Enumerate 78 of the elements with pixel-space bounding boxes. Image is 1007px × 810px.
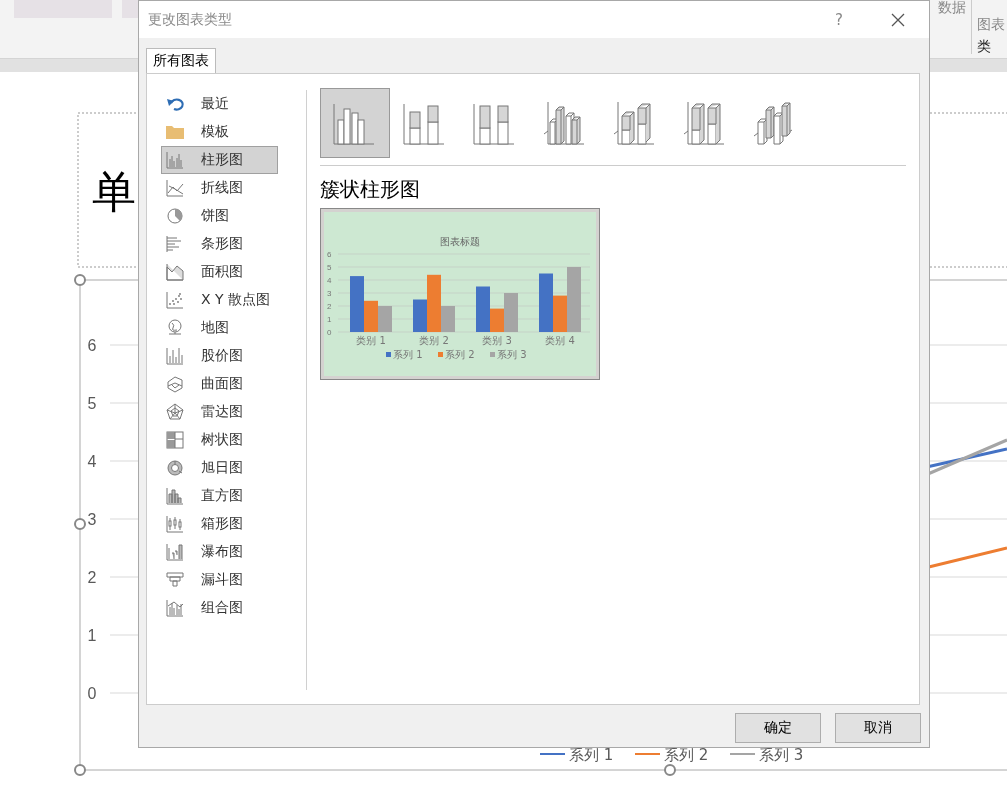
dialog-button[interactable]: 确定 bbox=[735, 713, 821, 743]
sunburst-icon bbox=[165, 458, 185, 478]
area-chart-icon bbox=[165, 262, 185, 282]
category-label: 类别 3 bbox=[482, 335, 512, 346]
help-button[interactable]: ? bbox=[831, 10, 847, 29]
axis-label: 6 bbox=[87, 337, 97, 354]
axis-label: 1 bbox=[87, 627, 97, 644]
combo-chart-icon bbox=[165, 598, 185, 618]
stock-chart-icon bbox=[165, 346, 185, 366]
resize-handle[interactable] bbox=[74, 764, 86, 776]
chart-subtype-button[interactable] bbox=[320, 88, 390, 158]
line-chart-icon bbox=[165, 178, 185, 198]
funnel-icon bbox=[165, 570, 185, 590]
legend-swatch bbox=[386, 352, 391, 357]
resize-handle[interactable] bbox=[664, 764, 676, 776]
resize-handle[interactable] bbox=[74, 274, 86, 286]
chart-type-item[interactable]: 面积图 bbox=[161, 258, 278, 286]
chart-title: 图表标题 bbox=[440, 236, 480, 247]
axis-label: 4 bbox=[87, 453, 97, 470]
chart-type-item[interactable]: 组合图 bbox=[161, 594, 278, 622]
chart-type-item[interactable]: 箱形图 bbox=[161, 510, 278, 538]
box-plot-icon bbox=[165, 514, 185, 534]
tick-label: 6 bbox=[327, 250, 332, 259]
dialog-title: 更改图表类型 bbox=[148, 10, 233, 29]
chart-type-item[interactable]: 饼图 bbox=[161, 202, 278, 230]
tick-label: 3 bbox=[327, 289, 332, 298]
tick-label: 4 bbox=[327, 276, 332, 285]
tick-label: 2 bbox=[327, 302, 332, 311]
scatter-chart-icon bbox=[165, 290, 185, 310]
axis-label: 0 bbox=[87, 685, 97, 702]
chart-type-item[interactable]: 模板 bbox=[161, 118, 278, 146]
tick-label: 0 bbox=[327, 328, 332, 337]
tick-label: 5 bbox=[327, 263, 332, 272]
chart-type-item[interactable]: 瀑布图 bbox=[161, 538, 278, 566]
legend-label: 系列 2 bbox=[664, 746, 709, 764]
chart-type-item[interactable]: 旭日图 bbox=[161, 454, 278, 482]
chart-type-item[interactable]: 最近 bbox=[161, 90, 278, 118]
surface-chart-icon bbox=[165, 374, 185, 394]
subtype-heading: 簇状柱形图 bbox=[320, 176, 421, 203]
column-chart-icon bbox=[165, 150, 185, 170]
tick-label: 1 bbox=[327, 315, 332, 324]
category-label: 类别 1 bbox=[356, 335, 386, 346]
legend-label: 系列 1 bbox=[393, 349, 423, 360]
category-label: 类别 2 bbox=[419, 335, 449, 346]
slide-title[interactable]: 单 bbox=[92, 166, 136, 217]
axis-label: 2 bbox=[87, 569, 97, 586]
chart-type-item[interactable]: X Y 散点图 bbox=[161, 286, 278, 314]
chart-type-item[interactable]: 柱形图 bbox=[161, 146, 278, 174]
chart-type-item[interactable]: 条形图 bbox=[161, 230, 278, 258]
chart-preview[interactable]: 图表标题 0 1 2 3 4 5 6 类别 1 类别 2 类别 3 类别 4 系列 1 系列 2 系列 3 bbox=[320, 208, 600, 380]
chart-type-item[interactable]: 直方图 bbox=[161, 482, 278, 510]
radar-chart-icon bbox=[165, 402, 185, 422]
dialog-button[interactable]: 取消 bbox=[835, 713, 921, 743]
chart-type-item[interactable]: 曲面图 bbox=[161, 370, 278, 398]
category-label: 类别 4 bbox=[545, 335, 575, 346]
chart-bar bbox=[378, 306, 392, 332]
pie-chart-icon bbox=[165, 206, 185, 226]
resize-handle[interactable] bbox=[74, 518, 86, 530]
legend-swatch bbox=[438, 352, 443, 357]
treemap-icon bbox=[165, 430, 185, 450]
chart-type-item[interactable]: 地图 bbox=[161, 314, 278, 342]
legend-label: 系列 3 bbox=[497, 349, 527, 360]
ribbon-label[interactable]: 类 bbox=[977, 38, 1005, 56]
chart-type-item[interactable]: 树状图 bbox=[161, 426, 278, 454]
globe-icon bbox=[165, 318, 185, 338]
legend-label: 系列 1 bbox=[569, 746, 614, 764]
legend-label: 系列 3 bbox=[759, 746, 804, 764]
histogram-icon bbox=[165, 486, 185, 506]
legend-label: 系列 2 bbox=[445, 349, 475, 360]
chart-type-item[interactable]: 雷达图 bbox=[161, 398, 278, 426]
chart-type-item[interactable]: 漏斗图 bbox=[161, 566, 278, 594]
axis-label: 3 bbox=[87, 511, 97, 528]
axis-label: 5 bbox=[87, 395, 97, 412]
legend-swatch bbox=[490, 352, 495, 357]
tab[interactable]: 所有图表 bbox=[146, 48, 216, 73]
waterfall-icon bbox=[165, 542, 185, 562]
chart-type-item[interactable]: 折线图 bbox=[161, 174, 278, 202]
chart-type-item[interactable]: 股价图 bbox=[161, 342, 278, 370]
